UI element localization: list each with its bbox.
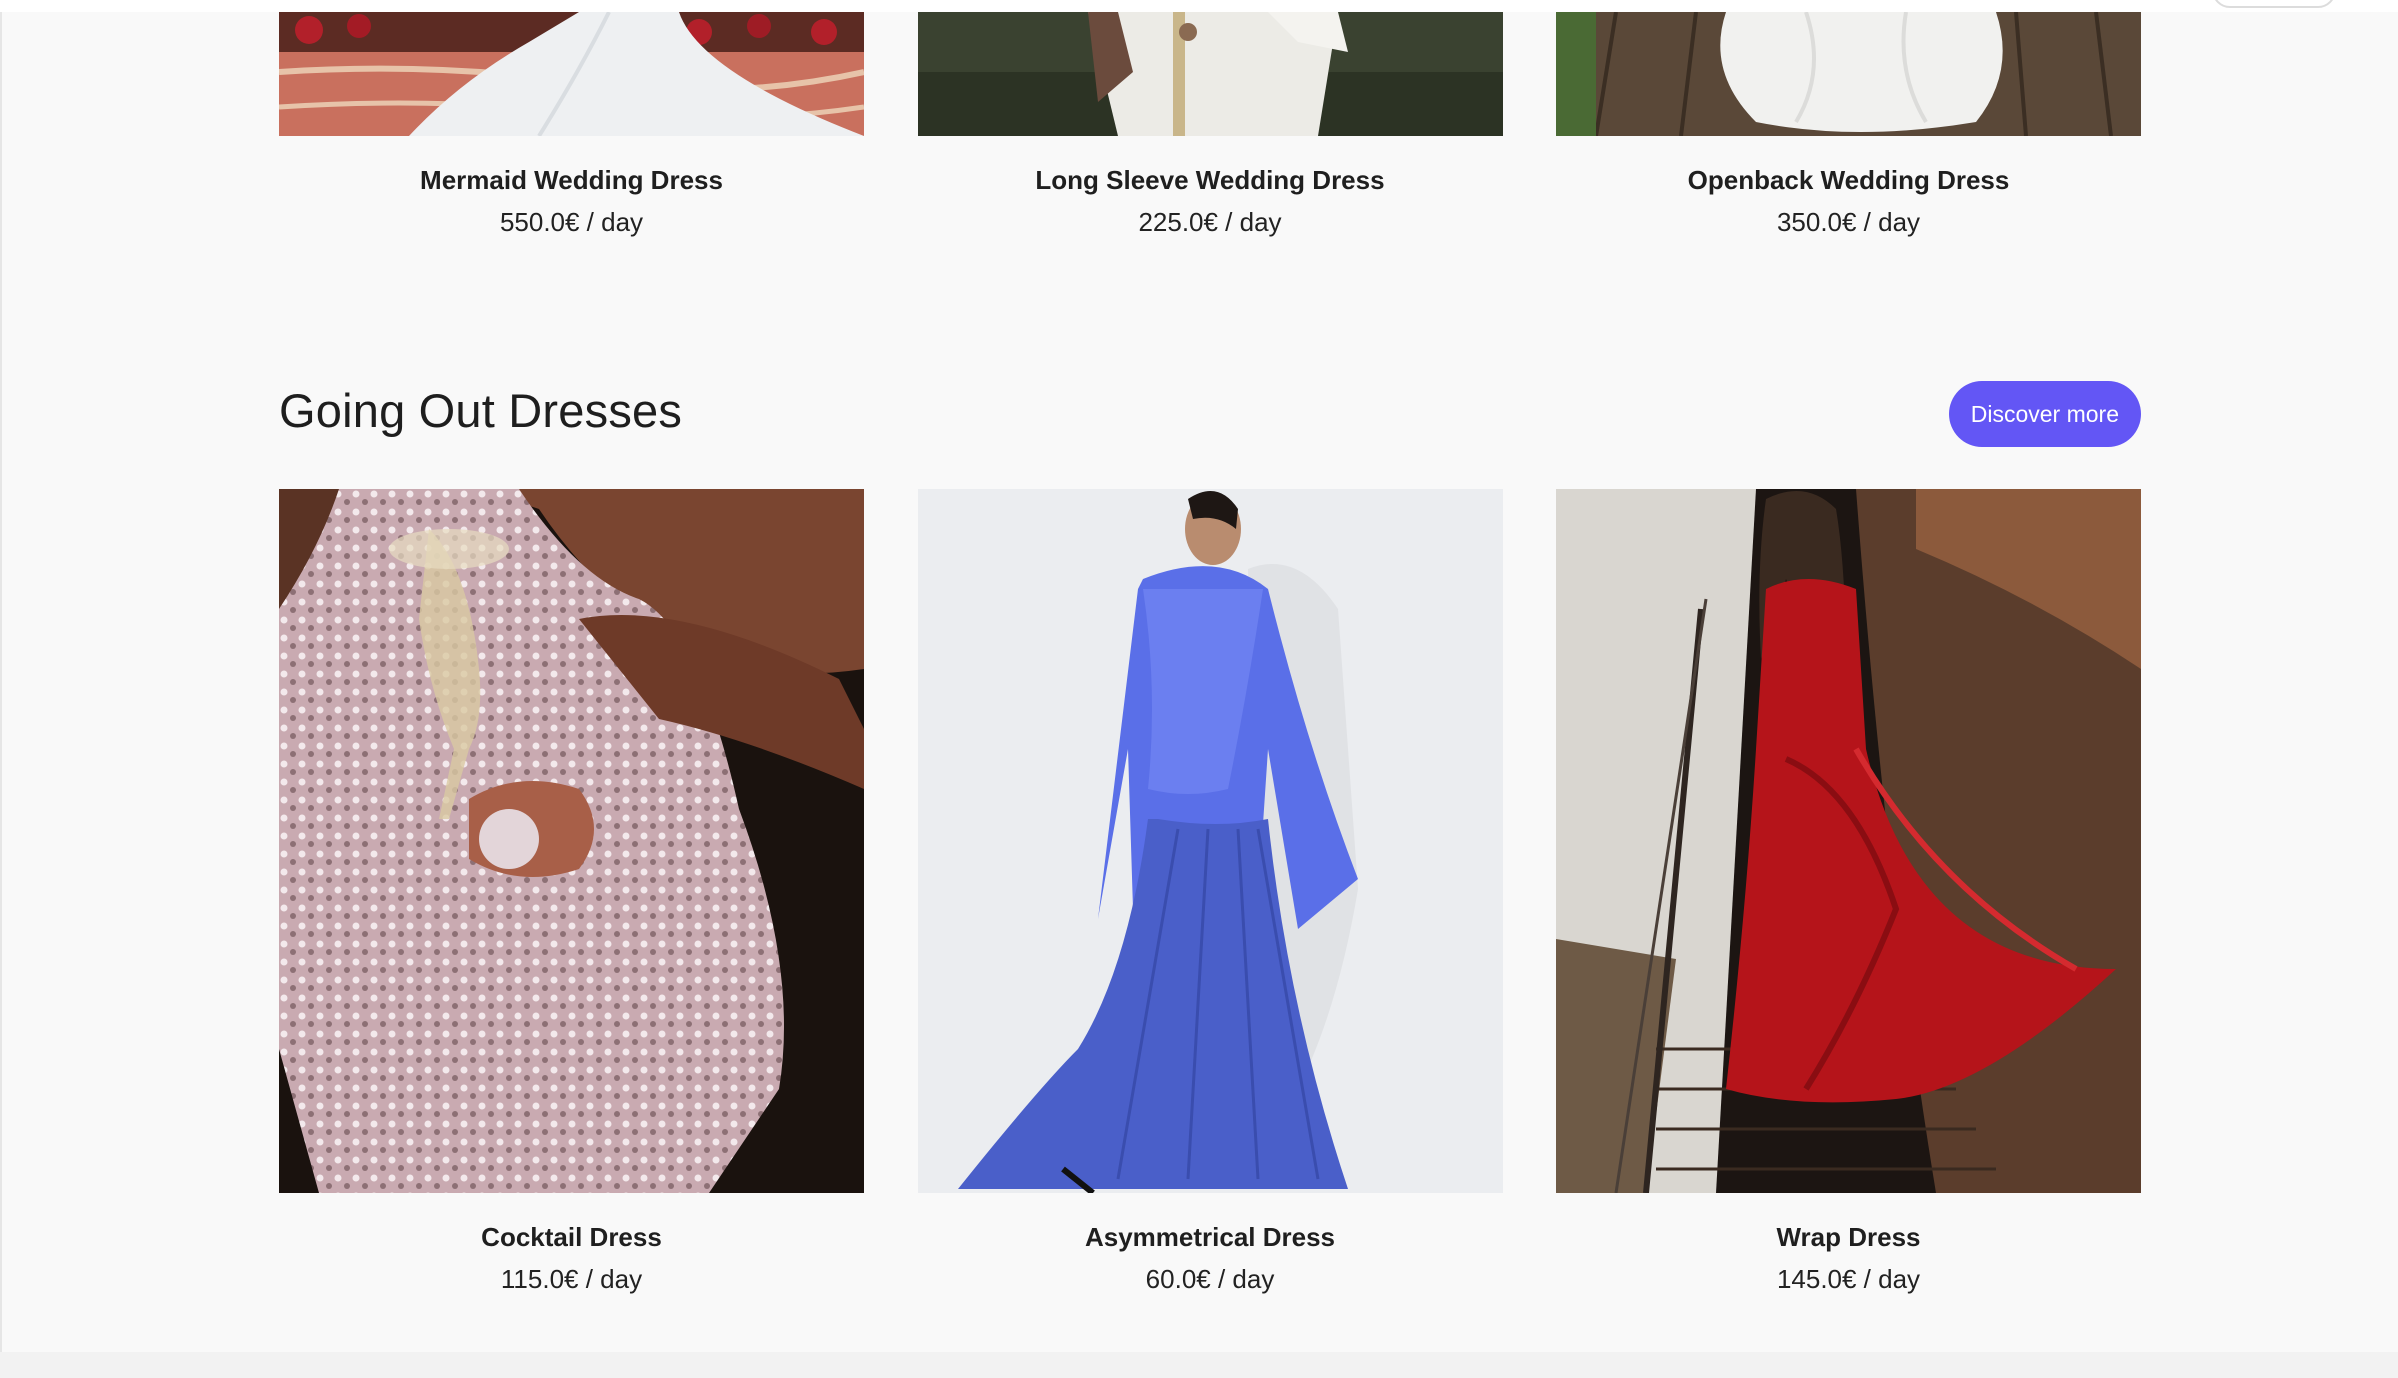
product-name[interactable]: Cocktail Dress — [279, 1221, 864, 1253]
product-card-cocktail-dress[interactable]: Cocktail Dress 115.0€ / day — [279, 489, 864, 1295]
product-card-long-sleeve-wedding-dress[interactable]: Long Sleeve Wedding Dress 225.0€ / day — [917, 12, 1503, 238]
product-card-mermaid-wedding-dress[interactable]: Mermaid Wedding Dress 550.0€ / day — [279, 12, 864, 238]
product-card-asymmetrical-dress[interactable]: Asymmetrical Dress 60.0€ / day — [917, 489, 1503, 1295]
product-price: 115.0€ / day — [500, 1264, 643, 1294]
top-navigation-bar — [0, 0, 2398, 12]
product-image-mermaid-wedding-dress[interactable] — [279, 12, 864, 136]
product-name[interactable]: Long Sleeve Wedding Dress — [918, 164, 1503, 196]
product-name[interactable]: Wrap Dress — [1556, 1221, 2141, 1253]
wedding-dresses-row: Mermaid Wedding Dress 550.0€ / day Long … — [279, 12, 2141, 238]
product-image-openback-wedding-dress[interactable] — [1556, 12, 2141, 136]
asymmetrical-dress-photo — [917, 489, 1503, 1193]
section-header-going-out-dresses: Going Out Dresses Discover more — [279, 372, 2141, 448]
cocktail-dress-photo — [279, 489, 864, 1193]
product-price: 350.0€ / day — [1776, 207, 1921, 237]
product-image-wrap-dress[interactable] — [1556, 489, 2141, 1193]
long-sleeve-dress-photo — [917, 12, 1503, 136]
product-name[interactable]: Asymmetrical Dress — [918, 1221, 1503, 1253]
product-price: 145.0€ / day — [1776, 1264, 1921, 1294]
product-price: 550.0€ / day — [499, 207, 644, 237]
section-title: Going Out Dresses — [279, 383, 683, 437]
openback-dress-photo — [1556, 12, 2141, 136]
product-price: 225.0€ / day — [1138, 207, 1282, 237]
product-image-long-sleeve-wedding-dress[interactable] — [917, 12, 1503, 136]
wrap-dress-photo — [1556, 489, 2141, 1193]
discover-more-button[interactable]: Discover more — [1948, 381, 2141, 447]
page-left-border — [0, 0, 2, 1378]
product-card-wrap-dress[interactable]: Wrap Dress 145.0€ / day — [1556, 489, 2141, 1295]
product-name[interactable]: Mermaid Wedding Dress — [279, 164, 864, 196]
going-out-dresses-row: Cocktail Dress 115.0€ / day Asymmetrical… — [279, 489, 2141, 1295]
mermaid-dress-photo — [279, 12, 864, 136]
product-image-cocktail-dress[interactable] — [279, 489, 864, 1193]
product-name[interactable]: Openback Wedding Dress — [1556, 164, 2141, 196]
product-image-asymmetrical-dress[interactable] — [917, 489, 1503, 1193]
page-footer-band — [0, 1352, 2398, 1378]
top-bar-pill-button[interactable] — [2212, 0, 2336, 8]
product-price: 60.0€ / day — [1145, 1264, 1275, 1294]
product-card-openback-wedding-dress[interactable]: Openback Wedding Dress 350.0€ / day — [1556, 12, 2141, 238]
